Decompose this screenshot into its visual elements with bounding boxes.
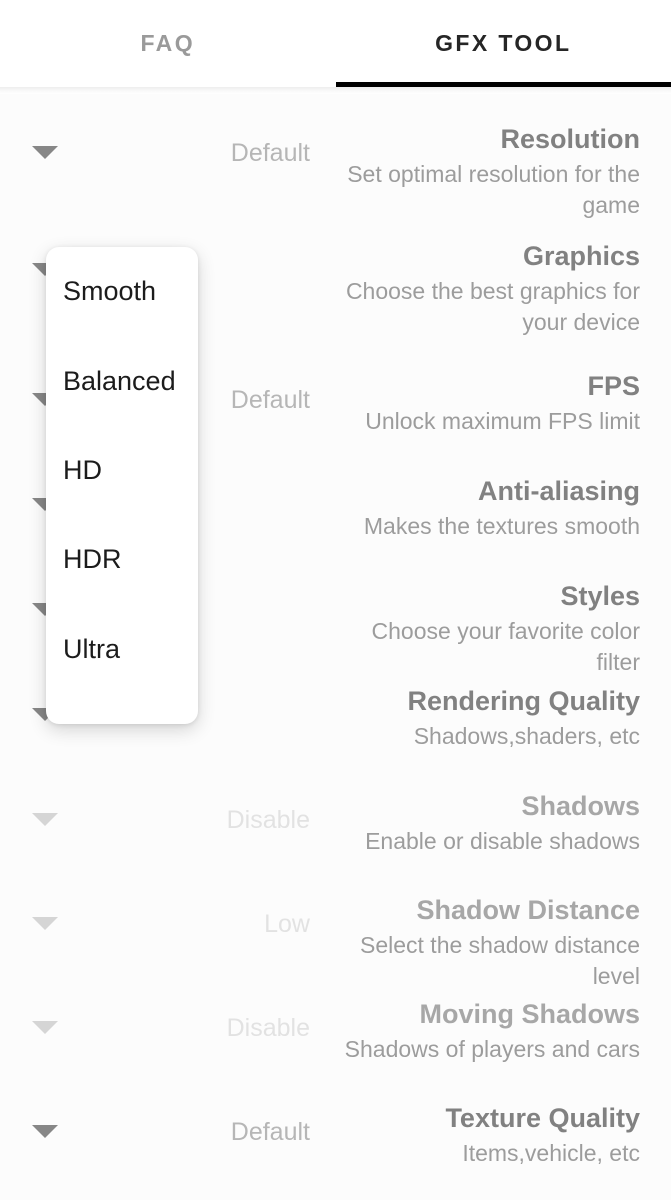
texture-quality-dropdown-toggle[interactable] xyxy=(0,1101,90,1138)
fps-title: FPS xyxy=(587,371,640,401)
setting-row-resolution[interactable]: Default Resolution Set optimal resolutio… xyxy=(0,122,671,221)
shadows-value: Disable xyxy=(226,806,310,834)
texture-quality-text-block: Texture Quality Items,vehicle, etc xyxy=(310,1101,671,1169)
shadows-subtitle: Enable or disable shadows xyxy=(365,828,640,854)
rendering-quality-text-block: Rendering Quality Shadows,shaders, etc xyxy=(310,684,671,752)
dropdown-option-balanced[interactable]: Balanced xyxy=(46,336,198,425)
graphics-subtitle: Choose the best graphics for your device xyxy=(345,278,640,335)
moving-shadows-dropdown-toggle[interactable] xyxy=(0,997,90,1034)
shadows-text-block: Shadows Enable or disable shadows xyxy=(310,789,671,857)
shadow-distance-subtitle: Select the shadow distance level xyxy=(359,932,640,989)
styles-title: Styles xyxy=(560,581,640,611)
tab-gfx-tool-label: GFX TOOL xyxy=(435,30,572,56)
shadow-distance-value: Low xyxy=(264,910,310,938)
moving-shadows-title: Moving Shadows xyxy=(419,999,640,1029)
moving-shadows-subtitle: Shadows of players and cars xyxy=(344,1036,640,1062)
resolution-dropdown-toggle[interactable] xyxy=(0,122,90,159)
chevron-down-icon xyxy=(32,917,58,930)
anti-aliasing-text-block: Anti-aliasing Makes the textures smooth xyxy=(310,474,671,542)
fps-text-block: FPS Unlock maximum FPS limit xyxy=(310,369,671,437)
graphics-dropdown-menu[interactable]: Smooth Balanced HD HDR Ultra xyxy=(46,247,198,724)
chevron-down-icon xyxy=(32,1125,58,1138)
anti-aliasing-subtitle: Makes the textures smooth xyxy=(363,513,640,539)
setting-row-shadow-distance[interactable]: Low Shadow Distance Select the shadow di… xyxy=(0,893,671,992)
chevron-down-icon xyxy=(32,813,58,826)
shadows-title: Shadows xyxy=(521,791,640,821)
dropdown-option-hdr[interactable]: HDR xyxy=(46,515,198,604)
dropdown-option-hd[interactable]: HD xyxy=(46,426,198,515)
shadow-distance-title: Shadow Distance xyxy=(416,895,640,925)
tab-bar-shadow xyxy=(0,87,671,94)
styles-text-block: Styles Choose your favorite color filter xyxy=(310,579,671,678)
graphics-text-block: Graphics Choose the best graphics for yo… xyxy=(310,239,671,338)
tab-bar: FAQ GFX TOOL xyxy=(0,0,671,87)
styles-subtitle: Choose your favorite color filter xyxy=(371,618,640,675)
resolution-subtitle: Set optimal resolution for the game xyxy=(347,161,640,218)
resolution-value: Default xyxy=(230,139,310,167)
dropdown-option-smooth[interactable]: Smooth xyxy=(46,247,198,336)
tab-faq-label: FAQ xyxy=(140,30,195,56)
rendering-quality-subtitle: Shadows,shaders, etc xyxy=(413,723,640,749)
texture-quality-title: Texture Quality xyxy=(445,1103,640,1133)
rendering-quality-title: Rendering Quality xyxy=(407,686,640,716)
shadow-distance-text-block: Shadow Distance Select the shadow distan… xyxy=(310,893,671,992)
fps-subtitle: Unlock maximum FPS limit xyxy=(365,408,640,434)
shadow-distance-dropdown-toggle[interactable] xyxy=(0,893,90,930)
resolution-title: Resolution xyxy=(500,124,641,154)
texture-quality-value: Default xyxy=(230,1118,310,1146)
graphics-title: Graphics xyxy=(522,241,640,271)
tab-gfx-tool[interactable]: GFX TOOL xyxy=(335,0,671,87)
setting-row-shadows[interactable]: Disable Shadows Enable or disable shadow… xyxy=(0,789,671,857)
anti-aliasing-title: Anti-aliasing xyxy=(477,476,640,506)
resolution-text-block: Resolution Set optimal resolution for th… xyxy=(310,122,671,221)
moving-shadows-text-block: Moving Shadows Shadows of players and ca… xyxy=(310,997,671,1065)
texture-quality-subtitle: Items,vehicle, etc xyxy=(462,1140,640,1166)
tab-faq[interactable]: FAQ xyxy=(0,0,336,87)
setting-row-texture-quality[interactable]: Default Texture Quality Items,vehicle, e… xyxy=(0,1101,671,1169)
chevron-down-icon xyxy=(32,146,58,159)
moving-shadows-value: Disable xyxy=(226,1014,310,1042)
chevron-down-icon xyxy=(32,1021,58,1034)
dropdown-option-ultra[interactable]: Ultra xyxy=(46,605,198,694)
shadows-dropdown-toggle[interactable] xyxy=(0,789,90,826)
setting-row-moving-shadows[interactable]: Disable Moving Shadows Shadows of player… xyxy=(0,997,671,1065)
